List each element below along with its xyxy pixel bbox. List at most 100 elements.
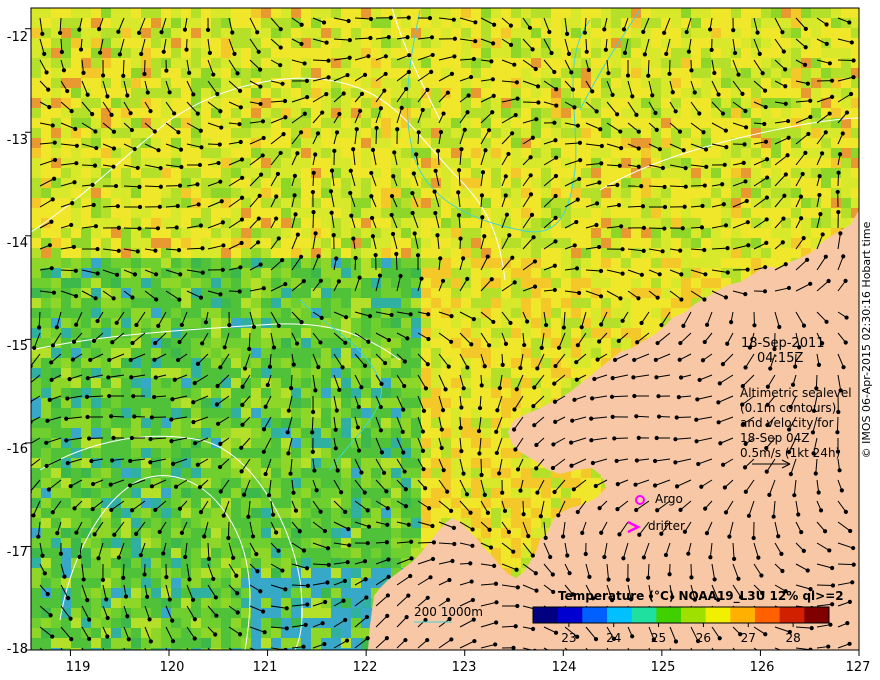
sst-cell (371, 568, 381, 578)
sst-cell (721, 238, 731, 248)
sst-cell (301, 468, 311, 478)
sst-cell (261, 588, 271, 598)
sst-cell (711, 18, 721, 28)
sst-cell (821, 188, 831, 198)
sst-cell (351, 588, 361, 598)
sst-cell (391, 398, 401, 408)
sst-cell (821, 158, 831, 168)
sst-cell (171, 598, 181, 608)
sst-cell (561, 258, 571, 268)
sst-cell (211, 338, 221, 348)
sst-cell (181, 38, 191, 48)
sst-cell (491, 118, 501, 128)
sst-cell (291, 58, 301, 68)
sst-cell (31, 118, 41, 128)
sst-cell (211, 408, 221, 418)
sst-cell (551, 328, 561, 338)
sst-cell (791, 148, 801, 158)
sst-cell (321, 408, 331, 418)
sst-cell (301, 498, 311, 508)
sst-cell (401, 328, 411, 338)
sst-cell (631, 18, 641, 28)
sst-cell (261, 278, 271, 288)
sst-cell (51, 108, 61, 118)
sst-cell (301, 438, 311, 448)
sst-cell (231, 348, 241, 358)
sst-cell (141, 448, 151, 458)
sst-cell (181, 508, 191, 518)
sst-cell (631, 28, 641, 38)
sst-cell (841, 58, 851, 68)
sst-cell (301, 588, 311, 598)
sst-cell (191, 538, 201, 548)
sst-cell (71, 378, 81, 388)
sst-cell (231, 498, 241, 508)
sst-cell (421, 148, 431, 158)
sst-cell (321, 258, 331, 268)
sst-cell (801, 178, 811, 188)
sst-cell (511, 58, 521, 68)
sst-cell (331, 8, 341, 18)
sst-cell (391, 198, 401, 208)
sst-cell (371, 488, 381, 498)
sst-cell (631, 218, 641, 228)
sst-cell (271, 388, 281, 398)
sst-cell (51, 328, 61, 338)
sst-cell (391, 428, 401, 438)
sst-cell (531, 528, 541, 538)
sst-cell (701, 108, 711, 118)
sst-cell (261, 248, 271, 258)
sst-cell (241, 528, 251, 538)
sst-cell (671, 38, 681, 48)
sst-cell (531, 38, 541, 48)
sst-cell (121, 398, 131, 408)
sst-cell (461, 138, 471, 148)
sst-cell (111, 588, 121, 598)
sst-cell (131, 608, 141, 618)
sst-cell (341, 128, 351, 138)
sst-cell (601, 328, 611, 338)
sst-cell (611, 98, 621, 108)
sst-cell (421, 258, 431, 268)
sst-cell (41, 258, 51, 268)
sst-cell (221, 568, 231, 578)
sst-cell (341, 318, 351, 328)
sst-cell (111, 258, 121, 268)
sst-cell (621, 208, 631, 218)
sst-cell (801, 8, 811, 18)
sst-cell (381, 78, 391, 88)
sst-cell (281, 248, 291, 258)
sst-cell (141, 398, 151, 408)
sst-cell (731, 198, 741, 208)
sst-cell (451, 398, 461, 408)
sst-cell (521, 398, 531, 408)
sst-cell (291, 588, 301, 598)
sst-cell (551, 368, 561, 378)
sst-cell (101, 108, 111, 118)
sst-cell (311, 368, 321, 378)
sst-cell (771, 58, 781, 68)
sst-cell (531, 238, 541, 248)
sst-cell (141, 348, 151, 358)
sst-cell (331, 338, 341, 348)
sst-cell (651, 58, 661, 68)
sst-cell (281, 238, 291, 248)
sst-cell (401, 178, 411, 188)
sst-cell (221, 498, 231, 508)
sst-cell (601, 208, 611, 218)
sst-cell (471, 268, 481, 278)
sst-cell (701, 38, 711, 48)
sst-cell (191, 518, 201, 528)
sst-cell (241, 208, 251, 218)
sst-cell (161, 518, 171, 528)
sst-cell (311, 398, 321, 408)
sst-cell (671, 78, 681, 88)
sst-cell (711, 228, 721, 238)
sst-cell (241, 148, 251, 158)
sst-cell (81, 8, 91, 18)
sst-cell (51, 8, 61, 18)
sst-cell (231, 308, 241, 318)
sst-cell (711, 268, 721, 278)
sst-cell (651, 218, 661, 228)
sst-cell (421, 228, 431, 238)
